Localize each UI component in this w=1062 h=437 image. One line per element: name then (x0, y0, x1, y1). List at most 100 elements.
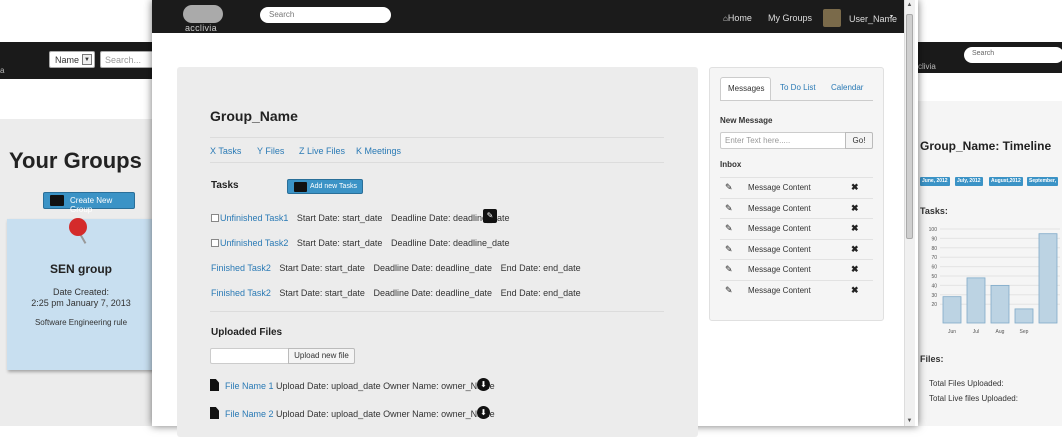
chart-y-tick-label: 60 (931, 265, 937, 271)
delete-icon[interactable]: ✖ (851, 264, 859, 275)
chart-bar (990, 285, 1010, 324)
tab-messages[interactable]: Messages (720, 77, 771, 100)
total-files-uploaded: Total Files Uploaded: (929, 379, 1004, 388)
tabs-baseline (720, 100, 873, 101)
add-new-task-button[interactable]: Add new Tasks (287, 179, 363, 194)
chart-bar (1014, 308, 1034, 324)
scroll-up-arrow-icon[interactable]: ▲ (904, 0, 915, 10)
chart-y-tick-label: 70 (931, 255, 937, 261)
pencil-icon[interactable]: ✎ (725, 244, 733, 255)
chevron-down-icon[interactable]: ▾ (890, 13, 893, 20)
file-upload-date: Upload Date: upload_date (276, 409, 381, 419)
chart-bar (1038, 233, 1058, 324)
delete-icon[interactable]: ✖ (851, 223, 859, 234)
month-badge[interactable]: August,2012 (989, 177, 1023, 186)
stat-live-files-link[interactable]: Z Live Files (299, 146, 345, 156)
camera-icon (50, 195, 64, 206)
task-name-link[interactable]: Finished Task2 (211, 263, 271, 273)
chart-y-tick-label: 80 (931, 246, 937, 252)
timeline-files-label: Files: (920, 354, 944, 364)
chart-x-tick-label: Sep (1020, 329, 1029, 335)
scroll-down-arrow-icon[interactable]: ▼ (904, 416, 915, 426)
timeline-tasks-label: Tasks: (920, 206, 948, 216)
create-new-group-button[interactable]: Create New Group (43, 192, 135, 214)
stat-files-link[interactable]: Y Files (257, 146, 284, 156)
message-content: Message Content (748, 265, 811, 274)
delete-icon[interactable]: ✖ (851, 244, 859, 255)
task-start-date: Start Date: start_date (279, 288, 365, 298)
task-deadline-date: Deadline Date: deadline_date (373, 263, 493, 273)
chart-y-tick-label: 30 (931, 293, 937, 299)
inbox-label: Inbox (720, 160, 742, 169)
file-upload-date: Upload Date: upload_date (276, 381, 381, 391)
message-row[interactable]: ✎ Message Content ✖ (720, 198, 873, 219)
tab-calendar[interactable]: Calendar (824, 77, 870, 100)
download-icon[interactable]: ⬇ (477, 378, 490, 391)
file-upload-input[interactable] (210, 348, 289, 364)
task-start-date: Start Date: start_date (279, 263, 365, 273)
sort-select[interactable]: Name ▼ (49, 51, 95, 68)
task-end-date: End Date: end_date (500, 288, 581, 298)
task-deadline-date: Deadline Date: deadline_date (390, 238, 510, 248)
cloud-logo-icon[interactable] (183, 5, 223, 23)
document-icon (210, 407, 219, 419)
page-title: Your Groups (9, 148, 142, 173)
divider (210, 162, 664, 163)
delete-icon[interactable]: ✖ (851, 203, 859, 214)
chart-y-tick-label: 50 (931, 274, 937, 280)
task-checkbox[interactable] (211, 239, 219, 247)
download-icon[interactable]: ⬇ (477, 406, 490, 419)
stat-tasks-link[interactable]: X Tasks (210, 146, 241, 156)
brand-logo-text[interactable]: acclivia (185, 23, 217, 33)
pencil-icon[interactable]: ✎ (725, 285, 733, 296)
file-name-link[interactable]: File Name 2 (225, 409, 274, 419)
timeline-title: Group_Name: Timeline (920, 139, 1052, 153)
search-input[interactable]: Search (260, 7, 391, 23)
delete-icon[interactable]: ✖ (851, 285, 859, 296)
avatar[interactable] (823, 9, 841, 27)
pencil-icon[interactable]: ✎ (725, 182, 733, 193)
chart-bar (966, 277, 986, 324)
left-logo-fragment: a (0, 66, 5, 75)
message-row[interactable]: ✎ Message Content ✖ (720, 218, 873, 239)
pushpin-icon (69, 218, 87, 236)
scrollbar-thumb[interactable] (906, 14, 913, 239)
tab-to-do-list[interactable]: To Do List (773, 77, 823, 100)
pencil-icon[interactable]: ✎ (725, 223, 733, 234)
chart-x-tick-label: Jul (973, 329, 979, 335)
message-content: Message Content (748, 204, 811, 213)
file-row: File Name 2 Upload Date: upload_date Own… (210, 407, 495, 421)
task-name-link[interactable]: Unfinished Task1 (220, 213, 288, 223)
task-row: Finished Task2 Start Date: start_date De… (211, 263, 581, 277)
stat-meetings-link[interactable]: K Meetings (356, 146, 401, 156)
group-card-date-label: Date Created: (52, 287, 110, 297)
upload-new-file-button[interactable]: Upload new file (288, 348, 355, 364)
task-row: Unfinished Task1 Start Date: start_date … (211, 213, 510, 227)
task-checkbox[interactable] (211, 214, 219, 222)
message-content: Message Content (748, 224, 811, 233)
send-message-button[interactable]: Go! (845, 132, 873, 149)
edit-task-icon[interactable]: ✎ (483, 209, 497, 223)
month-badge[interactable]: July, 2012 (955, 177, 983, 186)
task-name-link[interactable]: Finished Task2 (211, 288, 271, 298)
task-name-link[interactable]: Unfinished Task2 (220, 238, 288, 248)
group-name-title: Group_Name (210, 108, 298, 124)
message-input[interactable]: Enter Text here..... (720, 132, 846, 149)
month-badge[interactable]: June, 2012 (920, 177, 950, 186)
month-badge[interactable]: September, (1027, 177, 1058, 186)
tasks-heading: Tasks (211, 180, 239, 191)
nav-my-groups-link[interactable]: My Groups (768, 13, 812, 23)
message-row[interactable]: ✎ Message Content ✖ (720, 280, 873, 301)
message-row[interactable]: ✎ Message Content ✖ (720, 239, 873, 260)
message-row[interactable]: ✎ Message Content ✖ (720, 259, 873, 280)
message-row[interactable]: ✎ Message Content ✖ (720, 177, 873, 198)
tasks-bar-chart: 20 30 40 50 60 70 80 90 100 Jun Jul Aug Sep (929, 227, 1060, 335)
pencil-icon[interactable]: ✎ (725, 203, 733, 214)
task-deadline-date: Deadline Date: deadline_date (373, 288, 493, 298)
message-content: Message Content (748, 245, 811, 254)
pencil-icon[interactable]: ✎ (725, 264, 733, 275)
right-search-input[interactable]: Search (964, 47, 1062, 63)
delete-icon[interactable]: ✖ (851, 182, 859, 193)
nav-home-link[interactable]: ⌂Home (723, 13, 752, 23)
file-name-link[interactable]: File Name 1 (225, 381, 274, 391)
